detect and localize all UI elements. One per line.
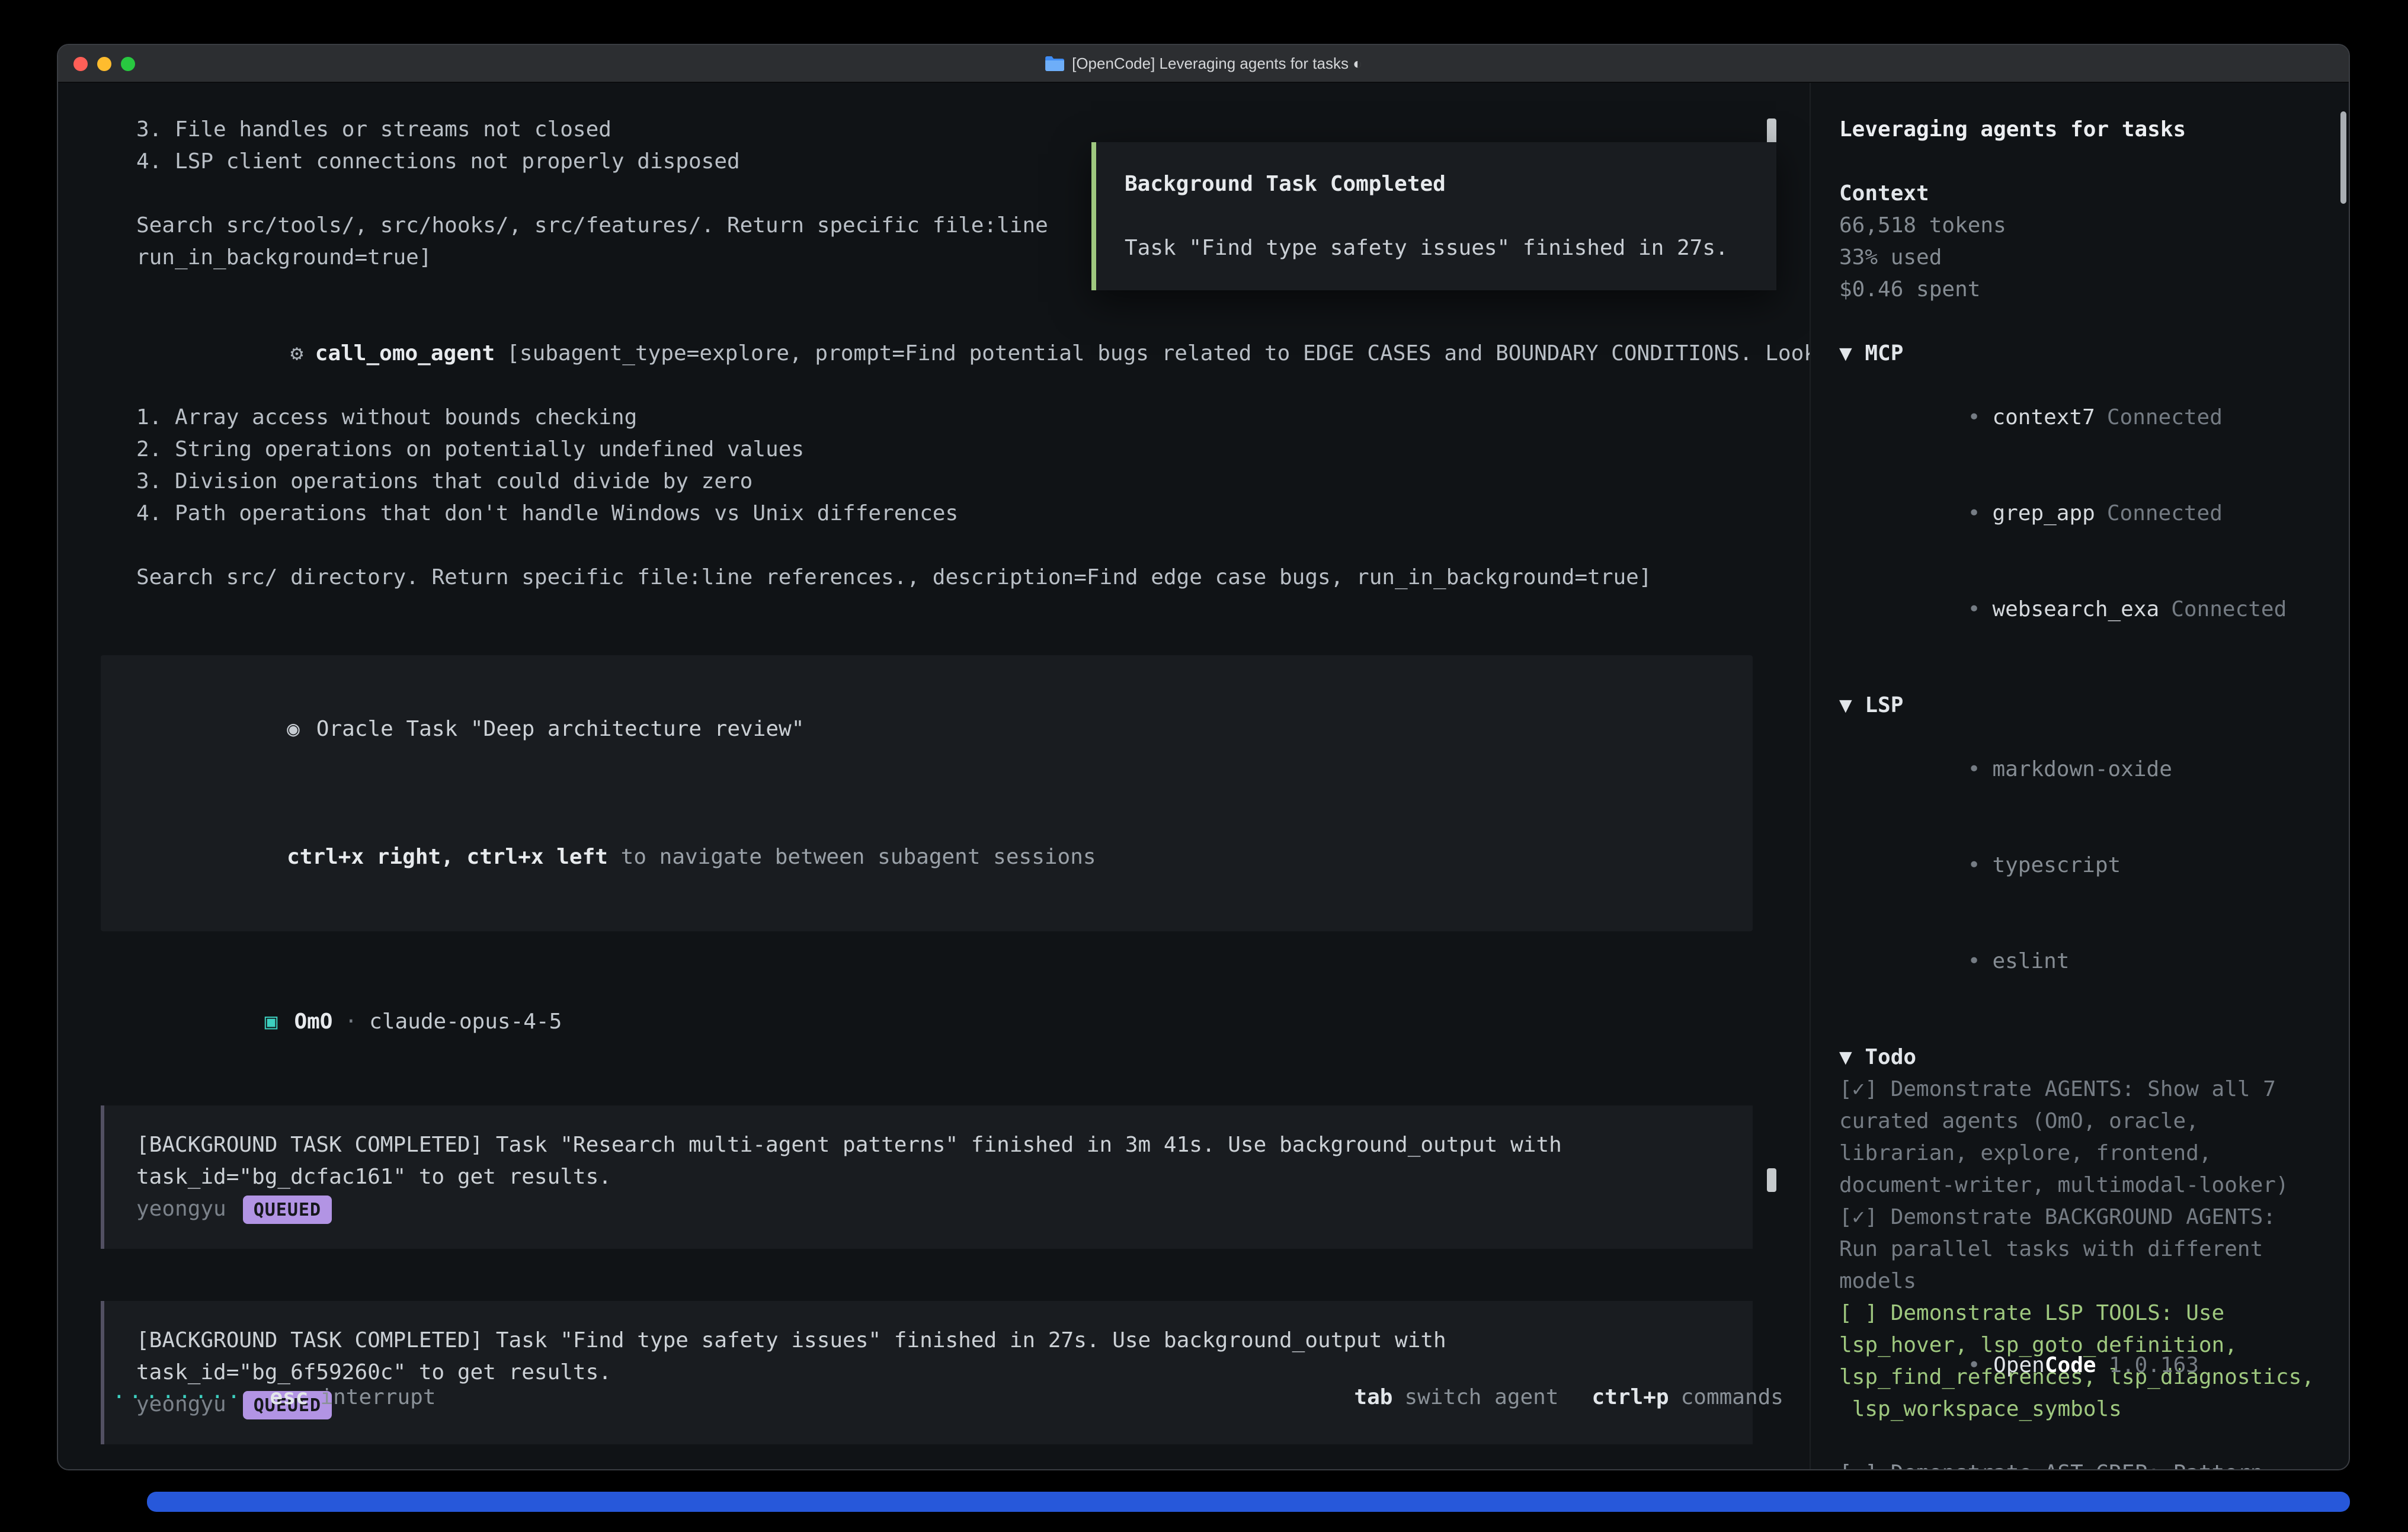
context-spent: $0.46 spent [1839, 274, 2335, 306]
session-title: Leveraging agents for tasks [1839, 114, 2335, 146]
context-used: 33% used [1839, 242, 2335, 274]
gear-icon: ⚙ [290, 341, 303, 366]
app-name: Open [1993, 1353, 2045, 1378]
sidebar-scrollbar-thumb[interactable] [2340, 111, 2346, 204]
app-name-bold: Code [2045, 1353, 2096, 1378]
mcp-name: websearch_exa [1992, 597, 2159, 622]
mcp-status: Connected [2107, 405, 2223, 430]
tool-arg-line: 4. Path operations that don't handle Win… [136, 498, 1786, 530]
lsp-name: eslint [1992, 949, 2069, 974]
context-heading: Context [1839, 178, 2335, 210]
window-title: [OpenCode] Leveraging agents for tasks ◐ [1045, 55, 1362, 72]
message-line: [BACKGROUND TASK COMPLETED] Task "Resear… [136, 1129, 1724, 1161]
lsp-section-heading[interactable]: ▼ LSP [1839, 690, 2335, 722]
tool-name: call_omo_agent [315, 341, 495, 366]
tool-arg-line [136, 530, 1786, 562]
status-bar: ········ esc interrupt tab switch agent … [113, 1382, 1783, 1414]
lsp-item: • eslint [1839, 914, 2335, 1009]
tool-arg-line: 3. Division operations that could divide… [136, 466, 1786, 498]
message-meta-row: yeongyu QUEUED [136, 1193, 1724, 1225]
window-titlebar[interactable]: [OpenCode] Leveraging agents for tasks ◐ [58, 45, 2349, 83]
spinner-dots: ········ [113, 1382, 244, 1414]
tab-key-hint: tab [1354, 1382, 1392, 1414]
app-version: 1.0.163 [2109, 1353, 2199, 1378]
status-badge: QUEUED [243, 1195, 332, 1223]
app-version-footer: • OpenCode 1.0.163 [1839, 1318, 2199, 1414]
message-line: task_id="bg_dcfac161" to get results. [136, 1161, 1724, 1193]
esc-key-hint: esc [270, 1382, 308, 1414]
mcp-name: grep_app [1992, 501, 2095, 526]
tool-call-header: ⚙call_omo_agent[subagent_type=explore, p… [136, 306, 1786, 402]
tool-arg-line: Search src/ directory. Return specific f… [136, 562, 1786, 594]
tab-key-label: switch agent [1404, 1382, 1558, 1414]
tool-arg-line: 2. String operations on potentially unde… [136, 434, 1786, 466]
background-window-edge [147, 1492, 2350, 1512]
lsp-name: markdown-oxide [1992, 757, 2172, 782]
scrollbar-thumb[interactable] [1767, 118, 1776, 145]
hint-keys: ctrl+x right, ctrl+x left [287, 845, 608, 870]
message-block: [BACKGROUND TASK COMPLETED] Task "Find t… [101, 1301, 1753, 1444]
todo-section-heading[interactable]: ▼ Todo [1839, 1041, 2335, 1073]
bullet-icon: • [1968, 949, 1981, 974]
agent-icon: ▣ [265, 1009, 278, 1034]
oracle-task-title-row: ◉ Oracle Task "Deep architecture review" [133, 681, 1721, 777]
lsp-name: typescript [1992, 853, 2121, 878]
message-block: [BACKGROUND TASK COMPLETED] Task "Resear… [101, 1105, 1753, 1249]
blank-line [133, 777, 1721, 809]
session-sidebar: Leveraging agents for tasks Context 66,5… [1810, 83, 2349, 1469]
lsp-item: • typescript [1839, 818, 2335, 914]
chat-pane[interactable]: 3. File handles or streams not closed 4.… [58, 83, 1810, 1469]
agent-model: claude-opus-4-5 [369, 1009, 562, 1034]
bullet-icon: • [1968, 757, 1981, 782]
mcp-item: • websearch_exa Connected [1839, 562, 2335, 658]
window-title-text: [OpenCode] Leveraging agents for tasks ◐ [1072, 55, 1362, 72]
agent-session-header: ▣ OmO · claude-opus-4-5 [101, 974, 1786, 1070]
mcp-section-heading[interactable]: ▼ MCP [1839, 338, 2335, 370]
minimize-button[interactable] [97, 56, 111, 70]
ctrlp-key-hint: ctrl+p [1592, 1382, 1669, 1414]
hint-text: to navigate between subagent sessions [608, 845, 1096, 870]
notification-toast[interactable]: Background Task Completed Task "Find typ… [1091, 142, 1776, 290]
scrollback-line: 3. File handles or streams not closed [136, 114, 1786, 146]
tool-args: [subagent_type=explore, prompt=Find pote… [507, 341, 1810, 366]
oracle-task-panel: ◉Oracle Task "Deep architecture review" … [101, 655, 1753, 931]
close-button[interactable] [73, 56, 88, 70]
bullet-icon: • [1968, 597, 1981, 622]
subagent-nav-hint: ctrl+x right, ctrl+x left to navigate be… [133, 809, 1721, 905]
screen: [OpenCode] Leveraging agents for tasks ◐… [0, 0, 2408, 1532]
mcp-status: Connected [2171, 597, 2287, 622]
folder-icon [1045, 56, 1064, 71]
todo-item-done: [✓] Demonstrate BACKGROUND AGENTS: Run p… [1839, 1201, 2335, 1297]
separator-dot: · [344, 1009, 357, 1034]
mcp-name: context7 [1992, 405, 2095, 430]
tool-arg-line: 1. Array access without bounds checking [136, 402, 1786, 434]
bullet-icon: • [1968, 405, 1981, 430]
mcp-item: • grep_app Connected [1839, 466, 2335, 562]
bullet-icon: • [1968, 1353, 1981, 1378]
esc-key-label: interrupt [320, 1382, 436, 1414]
traffic-lights [58, 56, 135, 70]
message-line: [BACKGROUND TASK COMPLETED] Task "Find t… [136, 1325, 1724, 1357]
oracle-task-icon: ◉ [287, 717, 300, 742]
todo-item-pending: [ ] Demonstrate AST-GREP: Pattern search… [1839, 1457, 2335, 1469]
message-author: yeongyu [136, 1193, 226, 1225]
bullet-icon: • [1968, 501, 1981, 526]
toast-body: Task "Find type safety issues" finished … [1125, 232, 1748, 264]
todo-item-done: [✓] Demonstrate AGENTS: Show all 7 curat… [1839, 1073, 2335, 1201]
mcp-item: • context7 Connected [1839, 370, 2335, 466]
bullet-icon: • [1968, 853, 1981, 878]
mcp-status: Connected [2107, 501, 2223, 526]
tool-call-block: ⚙call_omo_agent[subagent_type=explore, p… [101, 306, 1786, 594]
maximize-button[interactable] [121, 56, 135, 70]
toast-title: Background Task Completed [1125, 168, 1748, 200]
lsp-item: • markdown-oxide [1839, 722, 2335, 818]
window-content: 3. File handles or streams not closed 4.… [58, 83, 2349, 1469]
scrollbar-thumb[interactable] [1767, 1168, 1776, 1192]
agent-name: OmO [294, 1009, 332, 1034]
oracle-task-title: Oracle Task "Deep architecture review" [316, 717, 805, 742]
ctrlp-key-label: commands [1681, 1382, 1783, 1414]
terminal-window: [OpenCode] Leveraging agents for tasks ◐… [57, 44, 2350, 1470]
context-tokens: 66,518 tokens [1839, 210, 2335, 242]
